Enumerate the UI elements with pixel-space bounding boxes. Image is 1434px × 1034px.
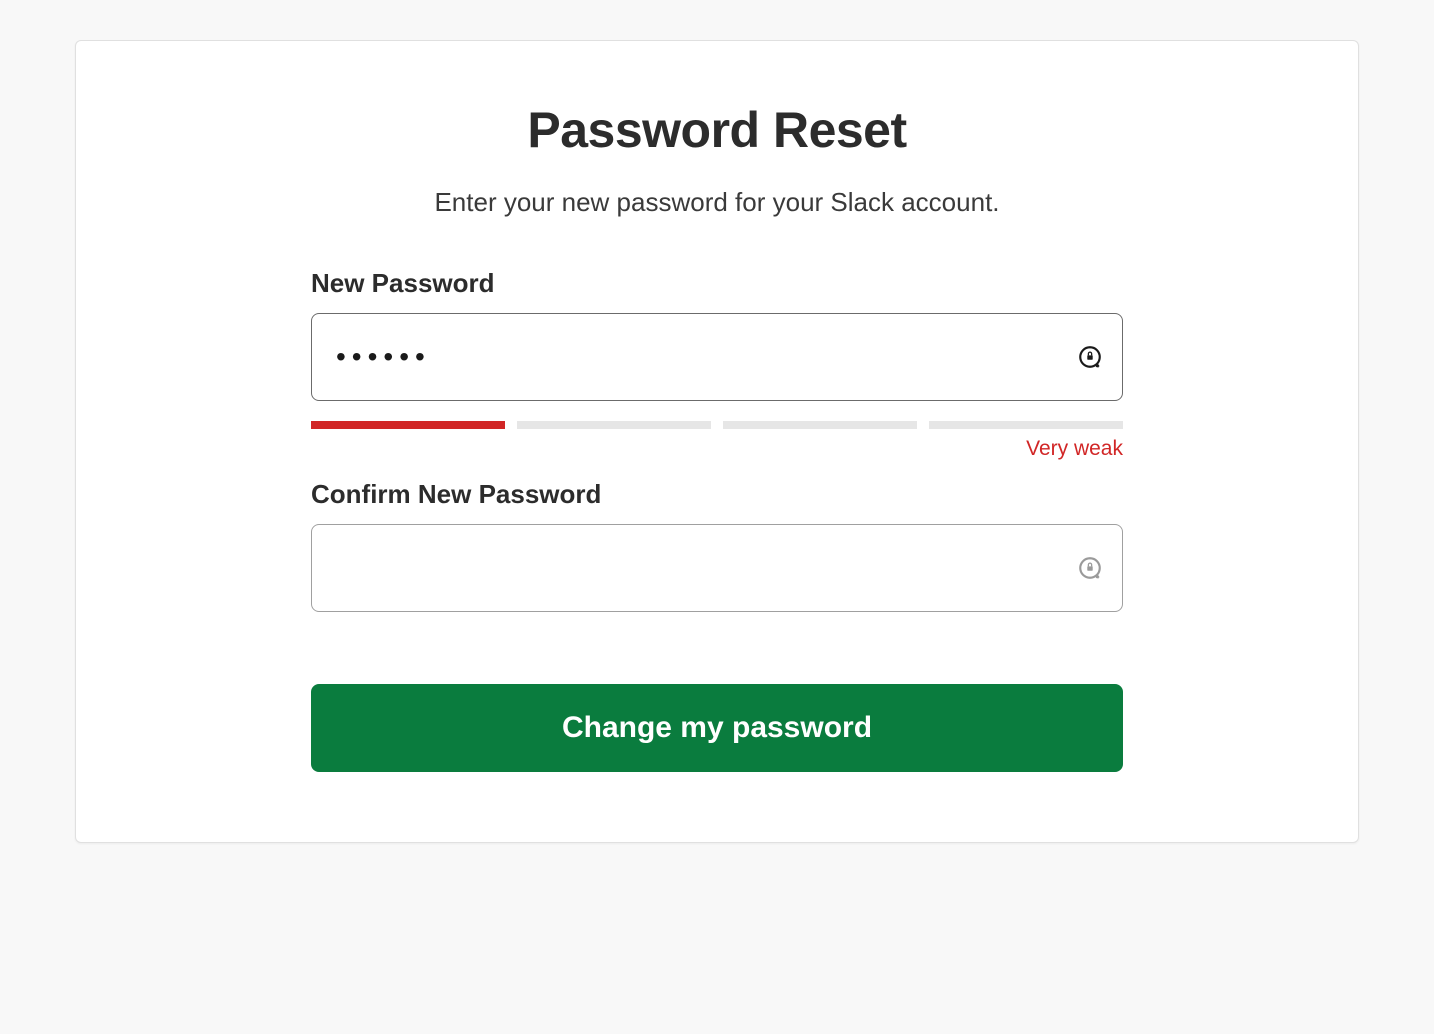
new-password-label: New Password [311,268,1123,299]
password-reset-card: Password Reset Enter your new password f… [75,40,1359,843]
password-manager-icon[interactable] [1077,555,1103,581]
page-title: Password Reset [311,101,1123,159]
strength-segment-1 [311,421,505,429]
strength-segment-2 [517,421,711,429]
strength-segment-4 [929,421,1123,429]
password-manager-icon[interactable] [1077,344,1103,370]
new-password-input[interactable] [311,313,1123,401]
strength-segment-3 [723,421,917,429]
change-password-button[interactable]: Change my password [311,684,1123,772]
confirm-password-wrapper [311,524,1123,612]
confirm-password-input[interactable] [311,524,1123,612]
confirm-password-label: Confirm New Password [311,479,1123,510]
password-strength-meter [311,421,1123,429]
new-password-wrapper [311,313,1123,401]
confirm-password-section: Confirm New Password [311,479,1123,612]
password-strength-label: Very weak [311,437,1123,461]
page-subtitle: Enter your new password for your Slack a… [311,187,1123,218]
new-password-section: New Password Very weak [311,268,1123,461]
